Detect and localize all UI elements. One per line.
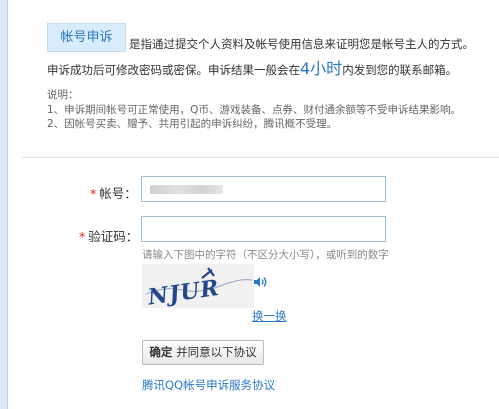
refresh-captcha-link[interactable]: 换一换 xyxy=(252,308,287,324)
required-mark: * xyxy=(79,229,86,244)
notes-title: 说明： xyxy=(47,89,79,101)
section-badge: 帐号申诉 xyxy=(47,23,126,52)
captcha-image: NJUR xyxy=(142,264,254,311)
agreement-link[interactable]: 腾讯QQ帐号申诉服务协议 xyxy=(142,377,275,393)
intro-time-highlight: 4小时 xyxy=(300,59,343,78)
masked-account-value xyxy=(150,185,223,194)
left-frame-border xyxy=(7,0,8,409)
account-label-text: 帐号： xyxy=(99,186,137,201)
left-frame-edge xyxy=(0,0,7,409)
notes-item-2: 2、因帐号买卖、赠予、共用引起的申诉纠纷，腾讯概不受理。 xyxy=(47,118,338,130)
speaker-icon[interactable] xyxy=(252,274,268,290)
submit-button-bold: 确定 xyxy=(149,345,173,359)
captcha-label-text: 验证码： xyxy=(88,229,139,244)
intro-line-2-start: 申诉成功后可修改密码或密保。申诉结果一般会在 xyxy=(47,63,300,77)
submit-agree-button[interactable]: 确定 并同意以下协议 xyxy=(142,340,264,365)
account-label: * 帐号： xyxy=(90,183,137,202)
captcha-graphic: NJUR xyxy=(145,267,253,311)
required-mark: * xyxy=(90,186,97,201)
notes-section: 说明： 1、申诉期间帐号可正常使用，Q币、游戏装备、点券、财付通余额等不受申诉结… xyxy=(47,88,461,132)
section-divider xyxy=(22,157,499,158)
notes-item-1: 1、申诉期间帐号可正常使用，Q币、游戏装备、点券、财付通余额等不受申诉结果影响。 xyxy=(47,103,461,116)
intro-line-1: 是指通过提交个人资料及帐号使用信息来证明您是帐号主人的方式。 xyxy=(129,37,474,51)
intro-line-2: 申诉成功后可修改密码或密保。申诉结果一般会在4小时内发到您的联系邮箱。 xyxy=(47,55,457,79)
captcha-input[interactable] xyxy=(141,216,386,242)
submit-button-rest: 并同意以下协议 xyxy=(176,345,257,359)
intro-line-2-end: 内发到您的联系邮箱。 xyxy=(342,63,458,77)
captcha-text: NJUR xyxy=(145,275,221,308)
captcha-hint: 请输入下图中的字符（不区分大小写），或听到的数字 xyxy=(142,249,389,261)
account-input[interactable] xyxy=(141,176,386,202)
captcha-label: * 验证码： xyxy=(79,226,138,245)
